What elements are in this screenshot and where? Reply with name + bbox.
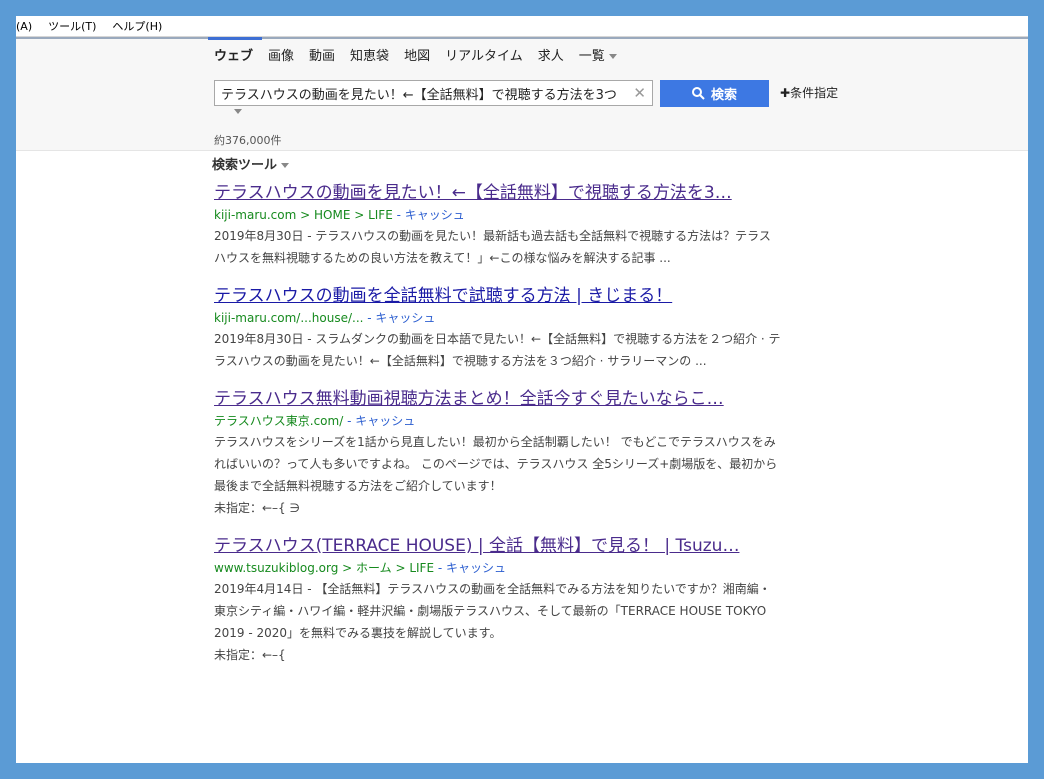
result-count: 約376,000件 (214, 134, 282, 147)
result-snippet: 2019年4月14日 - 【全話無料】テラスハウスの動画を全話無料でみる方法を知… (214, 582, 771, 640)
chevron-down-icon (608, 54, 617, 59)
result-item: テラスハウス(TERRACE HOUSE) | 全話【無料】で見る！ | Tsu… (214, 534, 784, 666)
close-icon[interactable]: ✕ (633, 84, 646, 102)
result-title[interactable]: テラスハウスの動画を見たい！←【全話無料】で視聴する方法を3… (214, 181, 784, 205)
menu-item-a[interactable]: (A) (16, 20, 32, 33)
advanced-search-link[interactable]: ✚条件指定 (780, 84, 838, 101)
chevron-down-icon[interactable] (234, 109, 242, 114)
search-input[interactable] (215, 81, 637, 105)
result-url: www.tsuzukiblog.org > ホーム > LIFE - キャッシュ (214, 558, 784, 578)
result-url-text[interactable]: kiji-maru.com > HOME > LIFE (214, 208, 393, 222)
plus-icon: ✚ (780, 86, 791, 100)
result-url: テラスハウス東京.com/ - キャッシュ (214, 411, 784, 431)
result-extra: 未指定：←–{ ∋ (214, 501, 300, 515)
cache-link[interactable]: - キャッシュ (343, 414, 415, 428)
tab-jobs[interactable]: 求人 (538, 39, 564, 67)
result-url: kiji-maru.com/...house/... - キャッシュ (214, 308, 784, 328)
result-url-text[interactable]: www.tsuzukiblog.org > ホーム > LIFE (214, 561, 434, 575)
results-list: テラスハウスの動画を見たい！←【全話無料】で視聴する方法を3… kiji-mar… (214, 181, 784, 681)
chevron-down-icon (281, 163, 290, 168)
result-title[interactable]: テラスハウスの動画を全話無料で試聴する方法 | きじまる！ (214, 284, 784, 308)
browser-window: (A) ツール(T) ヘルプ(H) ウェブ 画像 動画 知恵袋 地図 リアルタイ… (16, 16, 1028, 763)
search-icon (691, 87, 705, 100)
tab-chiebukuro[interactable]: 知恵袋 (350, 39, 389, 67)
menu-item-tools[interactable]: ツール(T) (48, 18, 96, 34)
cache-link[interactable]: - キャッシュ (363, 311, 435, 325)
cache-link[interactable]: - キャッシュ (434, 561, 506, 575)
tab-web[interactable]: ウェブ (207, 37, 263, 67)
search-tabs: ウェブ 画像 動画 知恵袋 地図 リアルタイム 求人 一覧 (207, 37, 632, 67)
menu-item-help[interactable]: ヘルプ(H) (112, 18, 162, 34)
cache-link[interactable]: - キャッシュ (393, 208, 465, 222)
result-title[interactable]: テラスハウス(TERRACE HOUSE) | 全話【無料】で見る！ | Tsu… (214, 534, 784, 558)
tab-more[interactable]: 一覧 (579, 39, 617, 67)
search-button[interactable]: 検索 (660, 80, 769, 107)
result-url: kiji-maru.com > HOME > LIFE - キャッシュ (214, 205, 784, 225)
result-title[interactable]: テラスハウス無料動画視聴方法まとめ！全話今すぐ見たいならこ… (214, 387, 784, 411)
tab-more-label: 一覧 (578, 49, 605, 64)
search-button-label: 検索 (710, 88, 737, 103)
tab-images[interactable]: 画像 (268, 39, 294, 67)
search-tools-button[interactable]: 検索ツール (212, 154, 290, 173)
result-snippet: 2019年8月30日 - スラムダンクの動画を日本語で見たい！←【全話無料】で視… (214, 332, 781, 368)
result-snippet: テラスハウスをシリーズを1話から見直したい！最初から全話制覇したい！ でもどこで… (214, 435, 778, 493)
result-snippet: 2019年8月30日 - テラスハウスの動画を見たい！最新話も過去話も全話無料で… (214, 229, 771, 265)
result-item: テラスハウス無料動画視聴方法まとめ！全話今すぐ見たいならこ… テラスハウス東京.… (214, 387, 784, 519)
tab-realtime[interactable]: リアルタイム (445, 39, 523, 67)
tab-video[interactable]: 動画 (309, 39, 335, 67)
result-item: テラスハウスの動画を全話無料で試聴する方法 | きじまる！ kiji-maru.… (214, 284, 784, 372)
search-box: ✕ (214, 80, 653, 106)
result-url-text[interactable]: テラスハウス東京.com/ (214, 414, 343, 428)
result-url-text[interactable]: kiji-maru.com/...house/... (214, 311, 363, 325)
search-header: ウェブ 画像 動画 知恵袋 地図 リアルタイム 求人 一覧 ✕ 検索 ✚条件指定… (16, 37, 1028, 151)
advanced-search-label: 条件指定 (790, 86, 839, 100)
menu-bar: (A) ツール(T) ヘルプ(H) (16, 16, 1028, 37)
tab-map[interactable]: 地図 (404, 39, 430, 67)
result-extra: 未指定：←–{ (214, 648, 286, 662)
search-tools-label: 検索ツール (212, 158, 278, 173)
result-item: テラスハウスの動画を見たい！←【全話無料】で視聴する方法を3… kiji-mar… (214, 181, 784, 269)
